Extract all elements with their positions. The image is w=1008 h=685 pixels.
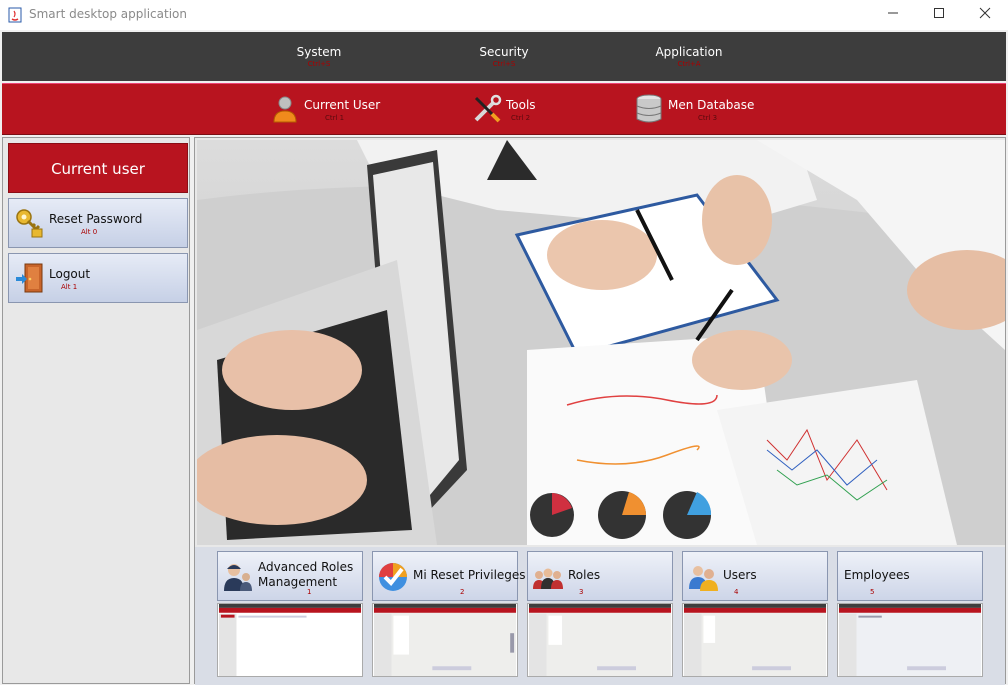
- close-button[interactable]: [962, 0, 1008, 30]
- key-lock-icon: [16, 209, 43, 238]
- maximize-button[interactable]: [916, 0, 962, 30]
- users-label: Users: [723, 568, 757, 582]
- toolbar-current-user-shortcut: Ctrl 1: [325, 114, 345, 122]
- people-group-icon: [533, 568, 563, 589]
- minimize-button-2[interactable]: [870, 0, 916, 30]
- card-advanced-roles-management: Advanced Roles Management 1: [217, 551, 363, 677]
- menu-system-shortcut: Ctrl+S: [307, 60, 331, 68]
- logout-label: Logout: [49, 267, 91, 281]
- toolbar-tools[interactable]: Tools Ctrl 2: [472, 94, 552, 126]
- roles-shortcut: 3: [579, 588, 584, 596]
- employees-thumbnail: [837, 603, 983, 677]
- office-workspace-image: [197, 140, 1005, 545]
- menu-application[interactable]: Application Ctrl+A: [654, 45, 724, 68]
- admin-users-icon: [224, 564, 252, 591]
- current-user-header: Current user: [8, 143, 188, 193]
- reset-password-label: Reset Password: [49, 212, 143, 226]
- employees-shortcut: 5: [870, 588, 875, 596]
- employees-label: Employees: [844, 568, 910, 582]
- advanced-roles-management-label: Advanced Roles Management: [258, 560, 354, 589]
- card-roles: Roles 3: [527, 551, 673, 677]
- mi-reset-privileges-thumbnail: [372, 603, 518, 677]
- card-users: Users 4: [682, 551, 828, 677]
- employees-button[interactable]: Employees 5: [837, 551, 983, 601]
- card-employees: Employees 5: [837, 551, 983, 677]
- menu-security[interactable]: Security Ctrl+S: [476, 45, 532, 68]
- minimize-icon: [888, 12, 898, 14]
- logout-shortcut: Alt 1: [61, 283, 78, 291]
- toolbar-tools-shortcut: Ctrl 2: [511, 114, 531, 122]
- checkmark-circle-icon: [379, 563, 407, 591]
- roles-thumbnail: [527, 603, 673, 677]
- mi-reset-privileges-button[interactable]: Mi Reset Privileges 2: [372, 551, 526, 601]
- database-icon: [636, 94, 662, 123]
- menu-application-label: Application: [655, 45, 723, 59]
- advanced-roles-management-button[interactable]: Advanced Roles Management 1: [217, 551, 363, 601]
- toolbar-tools-label: Tools: [506, 98, 536, 112]
- toolbar: Current User Ctrl 1 Tools Ctrl 2 Men Dat…: [2, 83, 1006, 135]
- toolbar-men-database-shortcut: Ctrl 3: [698, 114, 718, 122]
- users-shortcut: 4: [734, 588, 739, 596]
- advanced-roles-management-shortcut: 1: [307, 588, 312, 596]
- roles-label: Roles: [568, 568, 601, 582]
- users-icon: [689, 566, 718, 591]
- toolbar-current-user-label: Current User: [304, 98, 381, 112]
- menu-system-label: System: [296, 45, 342, 59]
- menu-security-label: Security: [479, 45, 529, 59]
- users-thumbnail: [682, 603, 828, 677]
- window-title: Smart desktop application: [29, 7, 187, 21]
- toolbar-current-user[interactable]: Current User Ctrl 1: [270, 94, 380, 126]
- logout-button[interactable]: Logout Alt 1: [8, 253, 188, 303]
- left-panel: Current user Reset Password Alt 0 Logout…: [2, 137, 190, 684]
- close-icon: [979, 7, 991, 19]
- mi-reset-privileges-shortcut: 2: [460, 588, 465, 596]
- reset-password-button[interactable]: Reset Password Alt 0: [8, 198, 188, 248]
- toolbar-men-database[interactable]: Men Database Ctrl 3: [634, 94, 754, 126]
- advanced-roles-management-thumbnail: [217, 603, 363, 677]
- logout-door-icon: [16, 263, 43, 293]
- window-titlebar: Smart desktop application —: [0, 0, 1008, 30]
- reset-password-shortcut: Alt 0: [81, 228, 98, 236]
- menu-bar: System Ctrl+S Security Ctrl+S Applicatio…: [2, 32, 1006, 81]
- users-button[interactable]: Users 4: [682, 551, 828, 601]
- tools-icon: [474, 94, 502, 123]
- menu-security-shortcut: Ctrl+S: [492, 60, 516, 68]
- roles-button[interactable]: Roles 3: [527, 551, 673, 601]
- user-icon: [273, 96, 297, 123]
- module-card-bar: Advanced Roles Management 1 Mi Reset Pri…: [195, 547, 1005, 685]
- main-panel: Advanced Roles Management 1 Mi Reset Pri…: [194, 137, 1006, 685]
- java-app-icon: [8, 7, 22, 23]
- menu-system[interactable]: System Ctrl+S: [292, 45, 346, 68]
- mi-reset-privileges-label: Mi Reset Privileges: [413, 568, 526, 582]
- toolbar-men-database-label: Men Database: [668, 98, 755, 112]
- menu-application-shortcut: Ctrl+A: [677, 60, 701, 68]
- maximize-icon: [934, 8, 944, 18]
- card-mi-reset-privileges: Mi Reset Privileges 2: [372, 551, 526, 677]
